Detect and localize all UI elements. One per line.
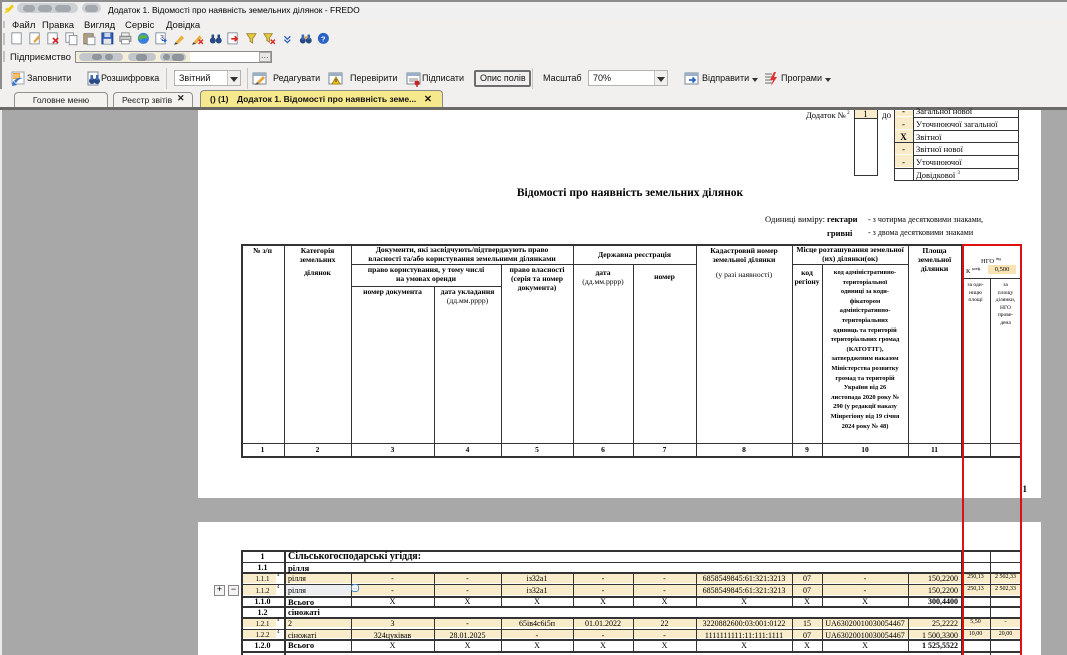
svg-text:?: ? bbox=[321, 34, 326, 43]
